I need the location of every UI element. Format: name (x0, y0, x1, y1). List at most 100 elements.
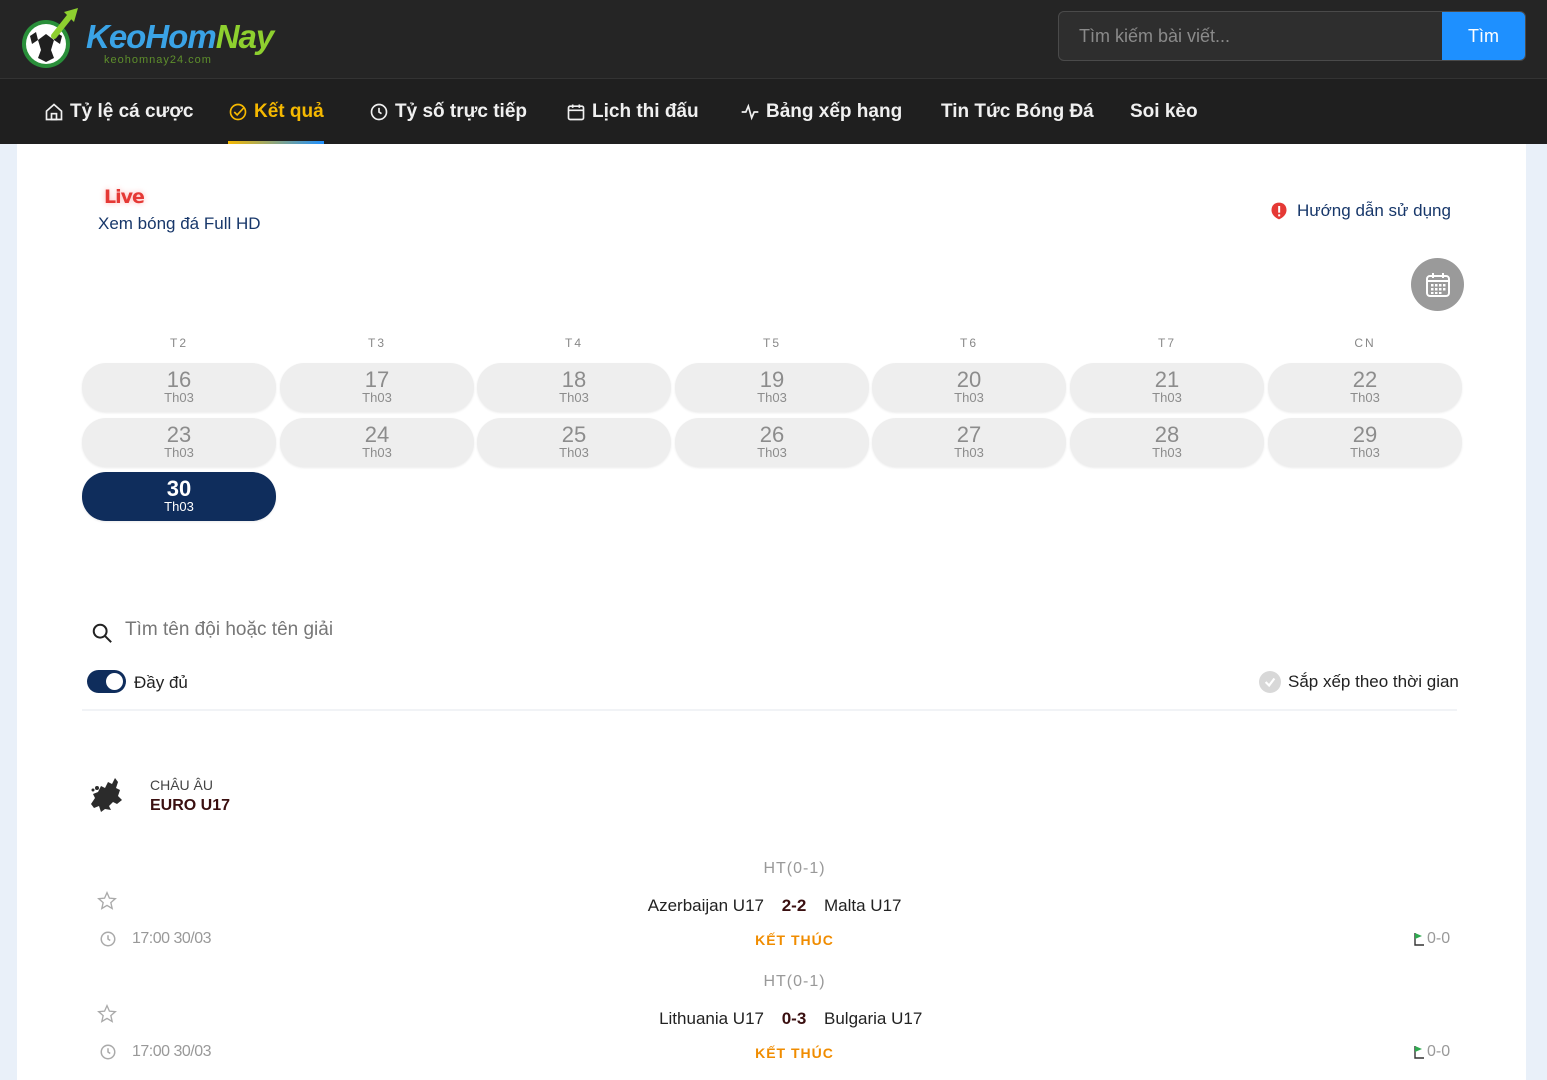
site-logo[interactable]: KeoHomNay keohomnay24.com (18, 4, 278, 72)
day-number: 20 (956, 367, 982, 392)
day-month: Th03 (164, 499, 194, 514)
nav-item-schedule[interactable]: Lịch thi đấu (566, 79, 699, 145)
day-number: 21 (1154, 367, 1180, 392)
weekday-label: T3 (367, 336, 386, 350)
corner-count: 0-0 (1413, 930, 1450, 948)
match-row[interactable]: HT(0-1) Azerbaijan U17 2-2 Malta U17 17:… (17, 860, 1526, 972)
day-month: Th03 (757, 390, 787, 405)
sort-by-time-option[interactable]: Sắp xếp theo thời gian (1259, 671, 1459, 693)
weekday-label: T2 (169, 336, 188, 350)
main-nav: Tỷ lệ cá cược Kết quả Tỷ số trực tiếp Lị… (0, 78, 1547, 144)
day-month: Th03 (1350, 445, 1380, 460)
pulse-icon (741, 103, 759, 121)
home-icon (45, 103, 63, 121)
day-number: 18 (561, 367, 587, 392)
day-month: Th03 (164, 390, 194, 405)
day-month: Th03 (757, 445, 787, 460)
filter-divider (82, 709, 1457, 711)
nav-item-results[interactable]: Kết quả (228, 79, 324, 145)
final-score: 2-2 (781, 896, 807, 915)
final-score: 0-3 (781, 1009, 807, 1028)
corner-flag-icon (1414, 1046, 1424, 1059)
day-month: Th03 (362, 445, 392, 460)
calendar-icon (567, 104, 585, 121)
day-cell[interactable]: 19 Th03 (675, 363, 869, 412)
logo-wordmark: KeoHomNay (86, 18, 275, 56)
league-name[interactable]: EURO U17 (150, 797, 230, 815)
day-month: Th03 (164, 445, 194, 460)
day-month: Th03 (1152, 390, 1182, 405)
day-number: 23 (166, 422, 192, 447)
logo-part2: Nay (215, 18, 275, 55)
match-status: KẾT THÚC (755, 932, 834, 948)
weekday-label: T4 (564, 336, 583, 350)
nav-item-news[interactable]: Tin Tức Bóng Đá (941, 79, 1094, 145)
favorite-star-icon[interactable] (97, 1004, 117, 1024)
article-search-input[interactable] (1059, 12, 1444, 60)
full-view-toggle[interactable] (87, 670, 126, 693)
article-search-button[interactable]: Tìm (1442, 12, 1525, 60)
day-cell[interactable]: 18 Th03 (477, 363, 671, 412)
day-number: 28 (1154, 422, 1180, 447)
live-subtitle-link[interactable]: Xem bóng đá Full HD (98, 214, 261, 234)
usage-guide-link[interactable]: Hướng dẫn sử dụng (1269, 201, 1451, 221)
nav-item-tips[interactable]: Soi kèo (1130, 79, 1198, 145)
away-team: Bulgaria U17 (824, 1009, 923, 1028)
day-cell[interactable]: 16 Th03 (82, 363, 276, 412)
sort-label: Sắp xếp theo thời gian (1288, 672, 1459, 691)
day-cell-selected[interactable]: 30 Th03 (82, 472, 276, 521)
halftime-score: HT(0-1) (763, 860, 826, 877)
weekday-label: T7 (1157, 336, 1176, 350)
match-row[interactable]: HT(0-1) Lithuania U17 0-3 Bulgaria U17 1… (17, 973, 1526, 1080)
day-number: 19 (759, 367, 785, 392)
nav-label: Kết quả (254, 101, 324, 122)
day-cell[interactable]: 22 Th03 (1268, 363, 1462, 412)
usage-guide-label: Hướng dẫn sử dụng (1297, 201, 1451, 220)
nav-label: Tỷ lệ cá cược (70, 101, 194, 122)
live-badge[interactable]: Live (104, 186, 145, 208)
day-number: 17 (364, 367, 390, 392)
day-number: 24 (364, 422, 390, 447)
day-number: 30 (166, 476, 192, 501)
day-number: 16 (166, 367, 192, 392)
day-number: 26 (759, 422, 785, 447)
team-league-search-input[interactable] (125, 612, 725, 648)
day-cell[interactable]: 28 Th03 (1070, 418, 1264, 467)
nav-item-standings[interactable]: Bảng xếp hạng (740, 79, 902, 145)
date-picker-button[interactable] (1411, 258, 1464, 311)
check-icon (1259, 671, 1281, 693)
day-cell[interactable]: 26 Th03 (675, 418, 869, 467)
results-panel: Live Xem bóng đá Full HD Hướng dẫn sử dụ… (17, 144, 1526, 1080)
check-circle-icon (229, 103, 247, 121)
nav-label: Tin Tức Bóng Đá (941, 101, 1094, 122)
weekday-label: T5 (762, 336, 781, 350)
day-number: 27 (956, 422, 982, 447)
home-team: Azerbaijan U17 (647, 896, 764, 915)
favorite-star-icon[interactable] (97, 891, 117, 911)
weekday-label: T6 (959, 336, 978, 350)
calendar-grid-icon (1425, 272, 1450, 297)
day-cell[interactable]: 25 Th03 (477, 418, 671, 467)
soccer-ball-logo-icon (22, 8, 78, 68)
europe-map-icon (91, 778, 122, 812)
day-month: Th03 (1152, 445, 1182, 460)
nav-item-livescore[interactable]: Tỷ số trực tiếp (369, 79, 527, 145)
logo-part1: KeoHom (86, 18, 217, 55)
day-number: 22 (1352, 367, 1378, 392)
full-view-toggle-label: Đầy đủ (134, 673, 188, 692)
day-cell[interactable]: 24 Th03 (280, 418, 474, 467)
day-month: Th03 (559, 445, 589, 460)
day-number: 29 (1352, 422, 1378, 447)
top-bar: KeoHomNay keohomnay24.com Tìm (0, 0, 1547, 78)
day-cell[interactable]: 21 Th03 (1070, 363, 1264, 412)
day-month: Th03 (954, 390, 984, 405)
day-cell[interactable]: 23 Th03 (82, 418, 276, 467)
nav-item-odds[interactable]: Tỷ lệ cá cược (44, 79, 193, 145)
day-number: 25 (561, 422, 587, 447)
day-cell[interactable]: 27 Th03 (872, 418, 1066, 467)
day-cell[interactable]: 17 Th03 (280, 363, 474, 412)
day-cell[interactable]: 29 Th03 (1268, 418, 1462, 467)
search-icon (92, 623, 112, 643)
day-month: Th03 (362, 390, 392, 405)
day-cell[interactable]: 20 Th03 (872, 363, 1066, 412)
